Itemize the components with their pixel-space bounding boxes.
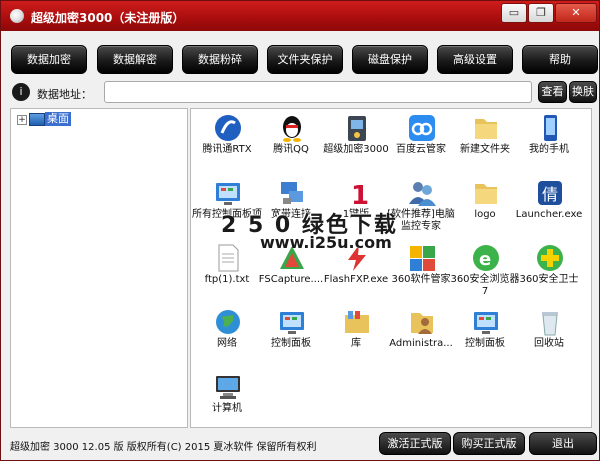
window-title: 超级加密3000（未注册版） (31, 11, 185, 25)
main-window: 超级加密3000（未注册版） ▭ ❐ ✕ 数据加密 数据解密 数据粉碎 文件夹保… (0, 0, 600, 461)
change-skin-button[interactable]: 换肤 (569, 81, 597, 103)
file-item[interactable]: e 360安全浏览器7 (450, 241, 520, 305)
text-file-icon (213, 243, 243, 273)
disk-protect-button[interactable]: 磁盘保护 (352, 45, 428, 74)
info-icon: i (12, 83, 30, 101)
svg-text:e: e (479, 249, 491, 270)
360-browser-icon: e (471, 243, 501, 273)
watermark-url: www.i25u.com (260, 233, 392, 252)
advanced-settings-button[interactable]: 高级设置 (437, 45, 513, 74)
users-icon (407, 178, 437, 208)
file-item[interactable]: 库 (324, 305, 388, 369)
360-manager-icon (407, 243, 437, 273)
desktop-icon (29, 113, 45, 126)
file-grid[interactable]: 腾讯通RTX 腾讯QQ 超级加密3000 百度云管家 新建文件夹 我的手机 所有控制面板项宽… (190, 108, 592, 428)
control-panel-icon (471, 307, 501, 337)
file-item-label: 库 (351, 338, 361, 349)
file-item-label: logo (474, 209, 496, 220)
library-icon (342, 307, 372, 337)
folder-icon (471, 178, 501, 208)
file-item-label: 网络 (217, 338, 237, 349)
file-item-label: 控制面板 (271, 338, 311, 349)
minimize-button[interactable]: ▭ (501, 3, 527, 23)
shred-data-button[interactable]: 数据粉碎 (182, 45, 258, 74)
file-item[interactable]: 回收站 (517, 305, 581, 369)
file-item[interactable]: logo (453, 176, 517, 240)
file-item-label: 超级加密3000 (323, 144, 389, 155)
file-item[interactable]: Administra... (389, 305, 453, 369)
encrypt-app-icon (342, 113, 372, 143)
file-item-label: 我的手机 (529, 144, 569, 155)
activate-button[interactable]: 激活正式版 (379, 432, 451, 455)
phone-icon (535, 113, 565, 143)
file-item[interactable]: 百度云管家 (389, 111, 453, 175)
user-folder-icon (407, 307, 437, 337)
decrypt-data-button[interactable]: 数据解密 (97, 45, 173, 74)
file-item[interactable]: 腾讯通RTX (195, 111, 259, 175)
file-item-label: FSCapture.... (258, 274, 324, 285)
file-item[interactable]: 腾讯QQ (259, 111, 323, 175)
folder-protect-button[interactable]: 文件夹保护 (267, 45, 343, 74)
folder-icon (471, 113, 501, 143)
file-item[interactable]: 网络 (195, 305, 259, 369)
folder-tree[interactable]: + 桌面 (10, 108, 188, 428)
file-item-label: 360软件管家 (391, 274, 451, 285)
file-item-label: 360安全浏览器7 (450, 274, 520, 297)
file-item-label: Launcher.exe (515, 209, 583, 220)
address-label: 数据地址： (37, 88, 92, 101)
file-item-label: 腾讯通RTX (202, 144, 252, 155)
title-bar[interactable]: 超级加密3000（未注册版） ▭ ❐ ✕ (1, 1, 599, 31)
rtx-icon (213, 113, 243, 143)
app-logo-icon (10, 9, 24, 23)
main-toolbar: 数据加密 数据解密 数据粉碎 文件夹保护 磁盘保护 高级设置 帮助 (1, 31, 599, 77)
file-item-label: 新建文件夹 (460, 144, 510, 155)
globe-icon (213, 307, 243, 337)
file-item[interactable]: ftp(1).txt (195, 241, 259, 305)
tree-item-desktop[interactable]: 桌面 (45, 112, 71, 126)
file-item-label: FlashFXP.exe (323, 274, 389, 285)
close-button[interactable]: ✕ (555, 3, 597, 23)
baidu-cloud-icon (407, 113, 437, 143)
network-icon (277, 178, 307, 208)
file-item-label: 腾讯QQ (273, 144, 309, 155)
file-item-label: 360安全卫士 (519, 274, 579, 285)
recycle-bin-icon (535, 307, 565, 337)
tree-expand-icon[interactable]: + (17, 115, 27, 125)
one-key-icon: 1 (342, 178, 372, 211)
file-item[interactable]: 我的手机 (517, 111, 581, 175)
view-button[interactable]: 查看 (538, 81, 567, 103)
address-input[interactable] (104, 81, 532, 103)
status-bar: 超级加密 3000 12.05 版 版权所有(C) 2015 夏冰软件 保留所有… (1, 429, 599, 457)
file-item[interactable]: 倩 Launcher.exe (516, 176, 582, 240)
file-item[interactable]: [软件推荐]电脑监控专家 (387, 176, 455, 240)
file-item-label: 百度云管家 (396, 144, 446, 155)
file-item[interactable]: 计算机 (195, 370, 259, 427)
copyright-text: 超级加密 3000 12.05 版 版权所有(C) 2015 夏冰软件 保留所有… (10, 442, 317, 453)
help-button[interactable]: 帮助 (522, 45, 598, 74)
control-panel-icon (213, 178, 243, 208)
file-item[interactable]: 超级加密3000 (323, 111, 389, 175)
buy-button[interactable]: 购买正式版 (453, 432, 525, 455)
restore-button[interactable]: ❐ (528, 3, 554, 23)
file-item-label: Administra... (389, 338, 453, 349)
file-item-label: 回收站 (534, 338, 564, 349)
qq-penguin-icon (277, 113, 307, 143)
computer-icon (213, 372, 243, 402)
file-item[interactable]: 控制面板 (453, 305, 517, 369)
svg-text:倩: 倩 (542, 185, 558, 204)
exit-button[interactable]: 退出 (529, 432, 597, 455)
launcher-icon: 倩 (535, 178, 565, 208)
file-item-label: 控制面板 (465, 338, 505, 349)
file-item[interactable]: 360安全卫士 (517, 241, 581, 305)
360-guard-icon (535, 243, 565, 273)
file-item-label: ftp(1).txt (204, 274, 250, 285)
file-item[interactable]: 新建文件夹 (453, 111, 517, 175)
file-item[interactable]: 360软件管家 (389, 241, 453, 305)
svg-text:1: 1 (351, 181, 369, 208)
file-item[interactable]: 控制面板 (259, 305, 323, 369)
address-bar: i 数据地址： 查看 换肤 (1, 77, 599, 105)
encrypt-data-button[interactable]: 数据加密 (11, 45, 87, 74)
control-panel-icon (277, 307, 307, 337)
file-item-label: 计算机 (212, 403, 242, 414)
